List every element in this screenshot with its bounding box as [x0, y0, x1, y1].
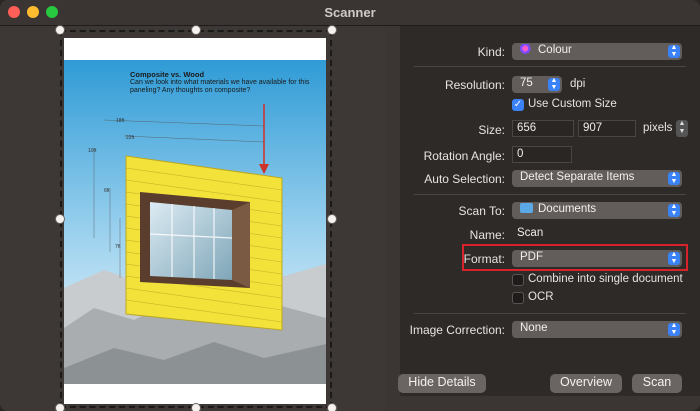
selection-handle[interactable]: [55, 403, 65, 411]
selection-handle[interactable]: [191, 25, 201, 35]
dim-label: 18ft: [116, 118, 125, 124]
dim-label: 22ft: [126, 135, 135, 141]
selection-handle[interactable]: [55, 25, 65, 35]
colour-icon: [520, 44, 533, 54]
format-highlight-box: [462, 244, 688, 271]
selection-handle[interactable]: [327, 25, 337, 35]
dim-label: 7ft: [115, 244, 121, 250]
resolution-value: 75: [520, 77, 533, 89]
kind-popup[interactable]: Colour ▲ ▼: [512, 43, 682, 60]
ocr-label: OCR: [528, 291, 554, 303]
scan-to-popup[interactable]: Documents ▲ ▼: [512, 202, 682, 219]
divider: [414, 194, 686, 195]
selection-handle[interactable]: [327, 214, 337, 224]
use-custom-size-checkbox[interactable]: ✓: [512, 99, 524, 111]
document-heading-block: Composite vs. Wood Can we look into what…: [130, 70, 310, 96]
scan-button[interactable]: Scan: [632, 374, 682, 393]
divider: [414, 313, 686, 314]
scanner-window: Scanner Composite vs. Wood Can we look i…: [0, 0, 700, 411]
scan-to-label: Scan To:: [458, 204, 505, 218]
selection-handle[interactable]: [191, 403, 201, 411]
resolution-label: Resolution:: [444, 78, 505, 92]
selection-handle[interactable]: [327, 403, 337, 411]
size-unit: pixels: [643, 122, 673, 134]
dim-label: 6ft: [104, 188, 110, 194]
selection-handle[interactable]: [55, 214, 65, 224]
kind-label: Kind:: [477, 45, 505, 59]
size-label: Size:: [478, 123, 505, 137]
hide-details-button[interactable]: Hide Details: [398, 374, 486, 393]
rotation-angle-field[interactable]: 0: [512, 146, 572, 163]
auto-selection-label: Auto Selection:: [424, 172, 505, 186]
image-correction-label: Image Correction:: [409, 323, 505, 337]
auto-selection-popup[interactable]: Detect Separate Items ▲ ▼: [512, 170, 682, 187]
popup-arrows-icon: ▲ ▼: [548, 77, 560, 91]
window-title: Scanner: [324, 5, 376, 20]
image-correction-popup[interactable]: None ▲ ▼: [512, 321, 682, 338]
popup-arrows-icon: ▲ ▼: [668, 203, 680, 217]
scan-to-value: Documents: [538, 203, 597, 215]
name-field[interactable]: Scan: [512, 225, 682, 242]
auto-selection-value: Detect Separate Items: [520, 171, 635, 183]
popup-arrows-icon: ▲ ▼: [668, 322, 680, 336]
ocr-checkbox[interactable]: [512, 292, 524, 304]
popup-arrows-icon: ▲ ▼: [668, 171, 680, 185]
folder-icon: [520, 203, 533, 213]
scanned-document-preview: Composite vs. Wood Can we look into what…: [64, 38, 326, 404]
document-subtext: Can we look into what materials we have …: [130, 79, 310, 95]
name-label: Name:: [469, 228, 505, 242]
resolution-combo[interactable]: 75 ▲ ▼: [512, 76, 562, 93]
size-height-field[interactable]: 907: [578, 120, 636, 137]
rotation-angle-label: Rotation Angle:: [423, 149, 505, 163]
popup-arrows-icon: ▲ ▼: [668, 44, 680, 58]
use-custom-size-label: Use Custom Size: [528, 98, 617, 110]
resolution-unit: dpi: [570, 78, 586, 90]
kind-value: Colour: [538, 44, 572, 56]
overview-button[interactable]: Overview: [550, 374, 622, 393]
size-width-field[interactable]: 656: [512, 120, 574, 137]
combine-single-document-label: Combine into single document: [528, 273, 683, 285]
size-unit-stepper[interactable]: ▲ ▼: [676, 120, 688, 137]
image-correction-value: None: [520, 322, 548, 334]
document-heading: Composite vs. Wood: [130, 70, 205, 79]
title-bar: Scanner: [0, 0, 700, 26]
combine-single-document-checkbox[interactable]: [512, 274, 524, 286]
divider: [414, 66, 686, 67]
dim-label: 10ft: [88, 148, 97, 154]
